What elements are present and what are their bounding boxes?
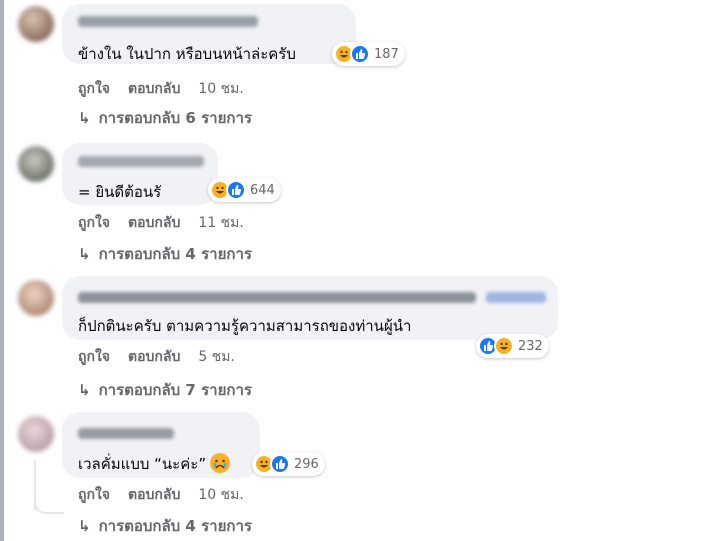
reply-button[interactable]: ตอบกลับ	[128, 78, 180, 100]
reply-button[interactable]: ตอบกลับ	[128, 346, 180, 368]
reply-arrow-icon: ↳	[78, 517, 91, 535]
comment-text: = ยินดีต้อนรั	[78, 183, 162, 201]
haha-icon	[494, 336, 514, 356]
comment-text-body: เวลคั่มแบบ “นะค่ะ”	[78, 455, 207, 473]
like-button[interactable]: ถูกใจ	[78, 78, 110, 100]
comment-actions: ถูกใจ ตอบกลับ 5 ชม.	[78, 346, 235, 368]
like-button[interactable]: ถูกใจ	[78, 346, 110, 368]
replies-count-text: การตอบกลับ 4 รายการ	[98, 245, 252, 263]
reply-button[interactable]: ตอบกลับ	[128, 484, 180, 506]
reaction-count: 232	[518, 338, 543, 354]
like-icon	[270, 454, 290, 474]
comment-text: ก็ปกตินะครับ ตามความรู้ความสามารถของท่าน…	[78, 317, 412, 335]
like-icon	[350, 44, 370, 64]
author-name-blurred[interactable]	[78, 16, 258, 27]
comment-actions: ถูกใจ ตอบกลับ 10 ชม.	[78, 78, 244, 100]
comment-actions: ถูกใจ ตอบกลับ 11 ชม.	[78, 212, 244, 234]
reply-arrow-icon: ↳	[78, 381, 91, 399]
author-name-blurred[interactable]	[78, 156, 204, 167]
left-scroll-edge	[0, 0, 4, 541]
thread-elbow	[34, 498, 64, 514]
reaction-count: 296	[294, 456, 319, 472]
avatar[interactable]	[18, 146, 54, 182]
reaction-count: 644	[250, 182, 275, 198]
view-replies-link[interactable]: ↳ การตอบกลับ 4 รายการ	[78, 514, 252, 538]
author-name-blurred[interactable]	[78, 428, 174, 439]
comment-text: เวลคั่มแบบ “นะค่ะ”	[78, 452, 231, 476]
avatar[interactable]	[18, 280, 54, 316]
avatar[interactable]	[18, 416, 54, 452]
timestamp[interactable]: 5 ชม.	[198, 346, 235, 368]
author-name-blurred[interactable]	[78, 292, 476, 303]
reaction-summary[interactable]: 187	[332, 42, 405, 66]
like-button[interactable]: ถูกใจ	[78, 212, 110, 234]
replies-count-text: การตอบกลับ 7 รายการ	[98, 381, 252, 399]
reaction-summary[interactable]: 232	[476, 334, 549, 358]
reply-button[interactable]: ตอบกลับ	[128, 212, 180, 234]
comment-text: ข้างใน ในปาก หรือบนหน้าล่ะครับ	[78, 45, 296, 63]
like-icon	[226, 180, 246, 200]
timestamp[interactable]: 11 ชม.	[198, 212, 243, 234]
reply-arrow-icon: ↳	[78, 245, 91, 263]
timestamp[interactable]: 10 ชม.	[198, 78, 243, 100]
timestamp[interactable]: 10 ชม.	[198, 484, 243, 506]
replies-count-text: การตอบกลับ 4 รายการ	[98, 517, 252, 535]
comment-actions: ถูกใจ ตอบกลับ 10 ชม.	[78, 484, 244, 506]
author-badge-blurred	[486, 292, 546, 303]
view-replies-link[interactable]: ↳ การตอบกลับ 6 รายการ	[78, 106, 252, 130]
replies-count-text: การตอบกลับ 6 รายการ	[98, 109, 252, 127]
crying-face-icon	[210, 453, 231, 473]
like-button[interactable]: ถูกใจ	[78, 484, 110, 506]
view-replies-link[interactable]: ↳ การตอบกลับ 4 รายการ	[78, 242, 252, 266]
reaction-summary[interactable]: 644	[208, 178, 281, 202]
avatar[interactable]	[18, 6, 54, 42]
reply-arrow-icon: ↳	[78, 109, 91, 127]
view-replies-link[interactable]: ↳ การตอบกลับ 7 รายการ	[78, 378, 252, 402]
reaction-count: 187	[374, 46, 399, 62]
reaction-summary[interactable]: 296	[252, 452, 325, 476]
